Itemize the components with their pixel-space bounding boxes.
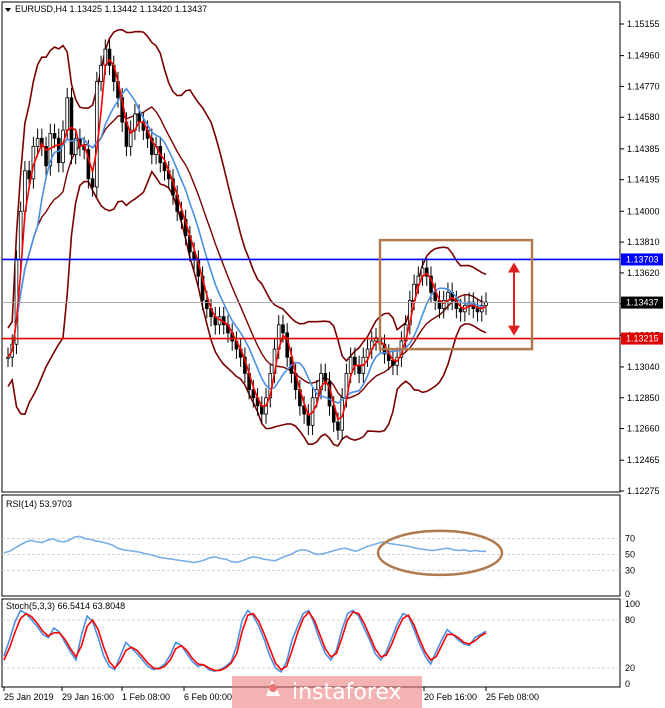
candle-body: [391, 360, 395, 366]
price-tick-label: 1.14385: [627, 144, 660, 154]
candle-body: [137, 113, 141, 123]
candle-body: [353, 356, 357, 366]
candle-body: [281, 324, 285, 334]
price-tick-label: 1.14960: [627, 51, 660, 61]
candle-body: [65, 97, 70, 131]
price-tick-label: 1.13040: [627, 362, 660, 372]
time-tick-label: 6 Feb 00:00: [184, 692, 232, 702]
rsi-level-label: 0: [625, 589, 630, 599]
time-tick-label: 1 Feb 08:00: [122, 692, 170, 702]
candle-body: [99, 64, 103, 82]
main-title: EURUSD,H4 1.13425 1.13442 1.13420 1.1343…: [15, 4, 207, 14]
price-tick-label: 1.15155: [627, 19, 660, 29]
candle-body: [357, 364, 361, 374]
candle-body: [336, 421, 340, 431]
price-level-tag-text: 1.13215: [626, 334, 659, 344]
candle-body: [260, 405, 264, 415]
time-tick-label: 29 Jan 16:00: [62, 692, 114, 702]
candle-body: [348, 356, 353, 374]
current-price-tag-text: 1.13437: [626, 298, 659, 308]
rsi-level-label: 50: [625, 550, 635, 560]
stoch-panel-frame: [1, 598, 621, 688]
candle-body: [52, 133, 57, 139]
rsi-level-label: 70: [625, 534, 635, 544]
stoch-level-label: 80: [625, 615, 635, 625]
candle-body: [6, 356, 10, 359]
candle-body: [27, 170, 31, 180]
candle-body: [35, 137, 40, 147]
candle-body: [458, 308, 463, 313]
price-tick-label: 1.12660: [627, 424, 660, 434]
rsi-panel-frame: [1, 494, 621, 597]
candle-body: [475, 308, 480, 313]
stoch-level-label: 20: [625, 663, 635, 673]
stoch-title: Stoch(5,3,3) 66.5414 63.8048: [6, 601, 125, 611]
chart-canvas: 1.15155 1.14960 1.14770 1.14580 1.14385 1.141…: [1, 1, 663, 708]
time-tick-label: 25 Jan 2019: [4, 692, 54, 702]
rsi-title: RSI(14) 53.9703: [6, 499, 72, 509]
candle-body: [90, 178, 95, 188]
rsi-level-label: 30: [625, 565, 635, 575]
price-tick-label: 1.12465: [627, 455, 660, 465]
price-tick-label: 1.14580: [627, 112, 660, 122]
candle-body: [205, 300, 209, 309]
watermark-text: instaforex: [292, 680, 402, 705]
price-tick-label: 1.12850: [627, 393, 660, 403]
candle-body: [107, 48, 112, 66]
price-tick-label: 1.14195: [627, 175, 660, 185]
stoch-level-label: 0: [625, 679, 630, 689]
price-tick-label: 1.13620: [627, 268, 660, 278]
time-tick-label: 20 Feb 16:00: [424, 692, 477, 702]
price-tick-label: 1.14000: [627, 206, 660, 216]
price-tick-label: 1.12275: [627, 486, 660, 496]
price-tick-label: 1.14770: [627, 81, 660, 91]
stoch-level-label: 100: [625, 599, 640, 609]
candle-body: [69, 97, 74, 155]
price-level-tag-text: 1.13703: [626, 254, 659, 264]
price-tick-label: 1.13810: [627, 237, 660, 247]
time-tick-label: 25 Feb 08:00: [486, 692, 539, 702]
